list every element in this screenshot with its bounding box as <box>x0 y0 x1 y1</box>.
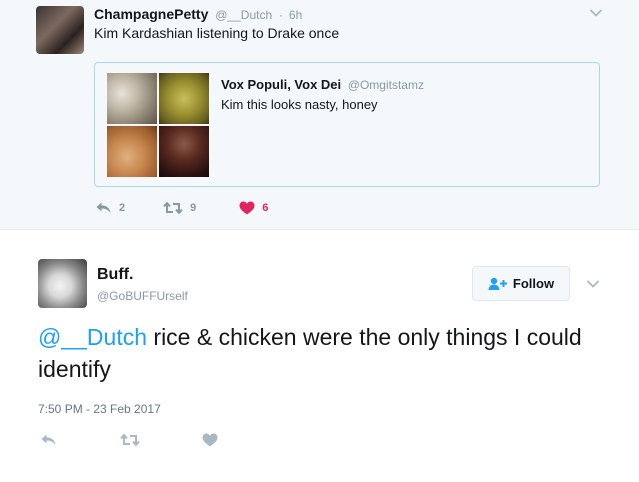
parent-tweet-text: Kim Kardashian listening to Drake once <box>94 25 340 41</box>
parent-author-handle[interactable]: @__Dutch <box>215 8 272 22</box>
author-name[interactable]: Buff. <box>97 266 133 284</box>
tweet-timestamp[interactable]: 7:50 PM - 23 Feb 2017 <box>38 402 161 416</box>
follow-label: Follow <box>512 276 555 291</box>
like-count: 6 <box>262 202 269 214</box>
tweet-actions <box>40 433 218 447</box>
parent-tweet[interactable]: ChampagnePetty @__Dutch · 6h Kim Kardash… <box>0 0 639 230</box>
reply-button[interactable] <box>40 433 57 447</box>
chevron-down-icon[interactable] <box>586 277 600 291</box>
parent-time[interactable]: 6h <box>289 8 302 22</box>
follow-user-icon <box>488 277 507 290</box>
heart-icon <box>202 433 218 447</box>
like-button[interactable] <box>202 433 218 447</box>
parent-author-name[interactable]: ChampagnePetty <box>94 6 208 22</box>
mention-link[interactable]: @__Dutch <box>38 324 147 350</box>
parent-time-separator: · <box>279 8 284 22</box>
retweet-button[interactable]: 9 <box>163 201 196 215</box>
parent-author-avatar[interactable] <box>36 6 84 54</box>
quoted-media-grid[interactable] <box>107 73 209 177</box>
quoted-author-name: Vox Populi, Vox Dei <box>221 77 342 92</box>
retweet-icon <box>120 434 140 446</box>
reply-icon <box>96 202 111 213</box>
follow-button[interactable]: Follow <box>472 266 570 301</box>
reply-icon <box>41 434 56 445</box>
retweet-button[interactable] <box>120 433 140 447</box>
quoted-header: Vox Populi, Vox Dei @Omgitstamz <box>221 77 424 92</box>
tweet-text: @__Dutch rice & chicken were the only th… <box>38 321 608 385</box>
parent-actions: 2 9 6 <box>95 201 268 215</box>
quoted-tweet-card[interactable]: Vox Populi, Vox Dei @Omgitstamz Kim this… <box>94 62 600 187</box>
author-avatar[interactable] <box>38 259 87 308</box>
retweet-icon <box>163 202 183 214</box>
reply-button[interactable]: 2 <box>95 201 125 215</box>
quoted-tweet-text: Kim this looks nasty, honey <box>221 97 378 112</box>
heart-icon <box>239 201 255 215</box>
reply-count: 2 <box>119 202 126 214</box>
quoted-author-handle: @Omgitstamz <box>347 78 424 92</box>
like-button[interactable]: 6 <box>239 201 268 215</box>
quoted-image-food[interactable] <box>107 126 157 177</box>
author-handle[interactable]: @GoBUFFUrself <box>97 289 188 303</box>
parent-header: ChampagnePetty @__Dutch · 6h <box>94 6 302 22</box>
quoted-image-person[interactable] <box>159 126 209 177</box>
quoted-image-noodles[interactable] <box>159 73 209 124</box>
quoted-image-rice[interactable] <box>107 73 157 124</box>
retweet-count: 9 <box>190 202 197 214</box>
chevron-down-icon[interactable] <box>589 6 603 20</box>
